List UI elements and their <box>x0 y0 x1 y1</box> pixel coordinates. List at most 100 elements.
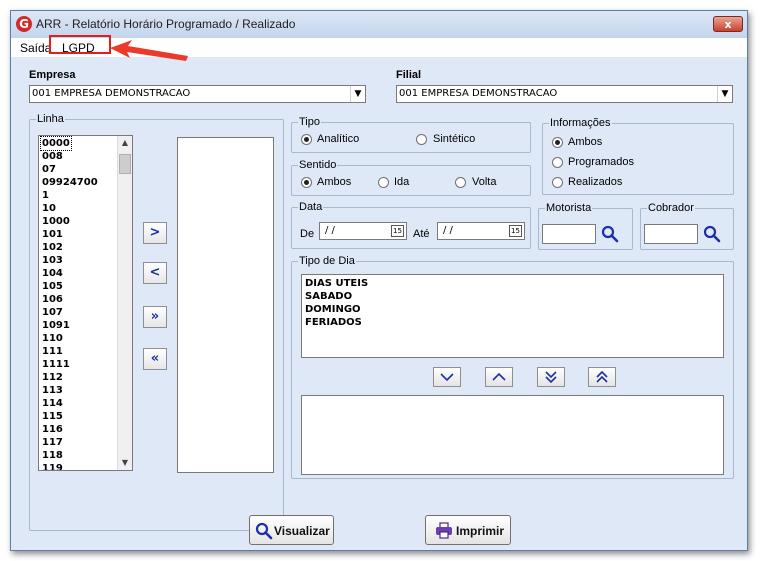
menu-saida[interactable]: Saída <box>20 41 51 55</box>
data-de-field[interactable]: / / 15 <box>319 222 407 240</box>
move-all-down-button[interactable] <box>537 367 565 387</box>
informacoes-label: Informações <box>549 117 612 129</box>
data-ate-value: / / <box>443 225 453 236</box>
list-item[interactable]: SABADO <box>305 290 352 303</box>
motorista-label: Motorista <box>545 202 593 214</box>
app-logo-icon: G <box>16 16 32 32</box>
empresa-select[interactable]: 001 EMPRESA DEMONSTRACAO ▼ <box>29 85 366 103</box>
linha-available-list[interactable]: 0000 008 07 09924700 1 10 1000 101 102 103 104 105 1… <box>38 135 133 471</box>
list-item[interactable]: 1000 <box>42 215 70 228</box>
list-item[interactable]: 09924700 <box>42 176 98 189</box>
chevron-down-icon[interactable]: ▼ <box>350 86 365 102</box>
data-group: Data De / / 15 Até / / 15 <box>291 201 531 249</box>
tipo-label: Tipo <box>298 116 321 128</box>
linha-selected-list[interactable] <box>177 137 274 473</box>
annotation-arrow-icon <box>110 40 188 61</box>
info-programados-radio[interactable] <box>552 157 563 168</box>
visualizar-button[interactable]: Visualizar <box>249 515 334 545</box>
remove-selected-button[interactable]: < <box>143 262 167 284</box>
add-all-button[interactable]: » <box>143 306 167 328</box>
form-content: Empresa 001 EMPRESA DEMONSTRACAO ▼ Filia… <box>11 57 747 550</box>
motorista-input[interactable] <box>542 224 596 244</box>
filial-select[interactable]: 001 EMPRESA DEMONSTRACAO ▼ <box>396 85 733 103</box>
list-item[interactable]: 116 <box>42 423 63 436</box>
linha-group: Linha 0000 008 07 09924700 1 10 1000 101 102 103 1… <box>29 113 284 531</box>
imprimir-button[interactable]: Imprimir <box>425 515 511 545</box>
cobrador-group: Cobrador <box>640 202 734 250</box>
list-item[interactable]: 101 <box>42 228 63 241</box>
tipo-dia-group: Tipo de Dia DIAS UTEIS SABADO DOMINGO FE… <box>291 255 734 479</box>
double-chevron-down-icon <box>545 371 557 384</box>
list-item[interactable]: DOMINGO <box>305 303 361 316</box>
close-button[interactable]: x <box>713 16 743 32</box>
window-title: ARR - Relatório Horário Programado / Rea… <box>36 17 296 31</box>
linha-scrollbar[interactable]: ▲ ▼ <box>117 136 132 470</box>
list-item[interactable]: 103 <box>42 254 63 267</box>
sentido-volta-radio[interactable] <box>455 177 466 188</box>
list-item[interactable]: 07 <box>42 163 56 176</box>
info-realizados-label: Realizados <box>568 176 623 188</box>
chevron-down-icon <box>440 373 454 382</box>
informacoes-group: Informações Ambos Programados Realizados <box>542 117 734 195</box>
filial-value: 001 EMPRESA DEMONSTRACAO <box>399 88 558 99</box>
cobrador-label: Cobrador <box>647 202 695 214</box>
list-item[interactable]: 1111 <box>42 358 70 371</box>
list-item[interactable]: 115 <box>42 410 63 423</box>
list-item[interactable]: 104 <box>42 267 63 280</box>
list-item[interactable]: DIAS UTEIS <box>305 277 368 290</box>
add-selected-button[interactable]: > <box>143 222 167 244</box>
scroll-up-icon[interactable]: ▲ <box>118 136 132 150</box>
search-icon[interactable] <box>601 225 619 243</box>
list-item[interactable]: 10 <box>42 202 56 215</box>
list-item[interactable]: 105 <box>42 280 63 293</box>
move-up-button[interactable] <box>485 367 513 387</box>
tipo-sintetico-radio[interactable] <box>416 134 427 145</box>
list-item[interactable]: 111 <box>42 345 63 358</box>
sentido-ida-radio[interactable] <box>378 177 389 188</box>
list-item[interactable]: 114 <box>42 397 63 410</box>
list-item[interactable]: 102 <box>42 241 63 254</box>
list-item[interactable]: 112 <box>42 371 63 384</box>
menu-lgpd[interactable]: LGPD <box>62 41 95 55</box>
tipo-dia-available-list[interactable]: DIAS UTEIS SABADO DOMINGO FERIADOS <box>301 274 724 358</box>
data-de-label: De <box>300 228 315 240</box>
move-down-button[interactable] <box>433 367 461 387</box>
calendar-icon[interactable]: 15 <box>509 225 522 237</box>
empresa-label: Empresa <box>29 69 76 81</box>
printer-icon <box>436 522 452 539</box>
info-ambos-radio[interactable] <box>552 137 563 148</box>
calendar-icon[interactable]: 15 <box>391 225 404 237</box>
data-ate-field[interactable]: / / 15 <box>437 222 525 240</box>
list-item[interactable]: 1091 <box>42 319 70 332</box>
remove-all-button[interactable]: « <box>143 348 167 370</box>
cobrador-input[interactable] <box>644 224 698 244</box>
tipo-dia-selected-list[interactable] <box>301 395 724 475</box>
sentido-ambos-radio[interactable] <box>301 177 312 188</box>
scroll-thumb[interactable] <box>119 154 131 174</box>
move-all-up-button[interactable] <box>588 367 616 387</box>
list-item[interactable]: FERIADOS <box>305 316 362 329</box>
info-realizados-radio[interactable] <box>552 177 563 188</box>
filial-label: Filial <box>396 69 422 81</box>
search-icon <box>255 522 273 540</box>
chevron-down-icon[interactable]: ▼ <box>717 86 732 102</box>
list-item[interactable]: 106 <box>42 293 63 306</box>
list-item[interactable]: 107 <box>42 306 63 319</box>
imprimir-label: Imprimir <box>456 524 505 538</box>
list-item[interactable]: 119 <box>42 462 63 470</box>
tipo-analitico-radio[interactable] <box>301 134 312 145</box>
tipo-analitico-label: Analítico <box>317 133 360 145</box>
list-item[interactable]: 0000 <box>40 136 72 151</box>
list-item[interactable]: 118 <box>42 449 63 462</box>
title-bar[interactable]: G ARR - Relatório Horário Programado / R… <box>11 11 747 38</box>
search-icon[interactable] <box>703 225 721 243</box>
list-item[interactable]: 117 <box>42 436 63 449</box>
list-item[interactable]: 1 <box>42 189 49 202</box>
list-item[interactable]: 113 <box>42 384 63 397</box>
list-item[interactable]: 008 <box>42 150 63 163</box>
main-window: G ARR - Relatório Horário Programado / R… <box>10 10 748 551</box>
sentido-ambos-label: Ambos <box>317 176 352 188</box>
list-item[interactable]: 110 <box>42 332 63 345</box>
scroll-down-icon[interactable]: ▼ <box>118 456 132 470</box>
sentido-volta-label: Volta <box>472 176 497 188</box>
